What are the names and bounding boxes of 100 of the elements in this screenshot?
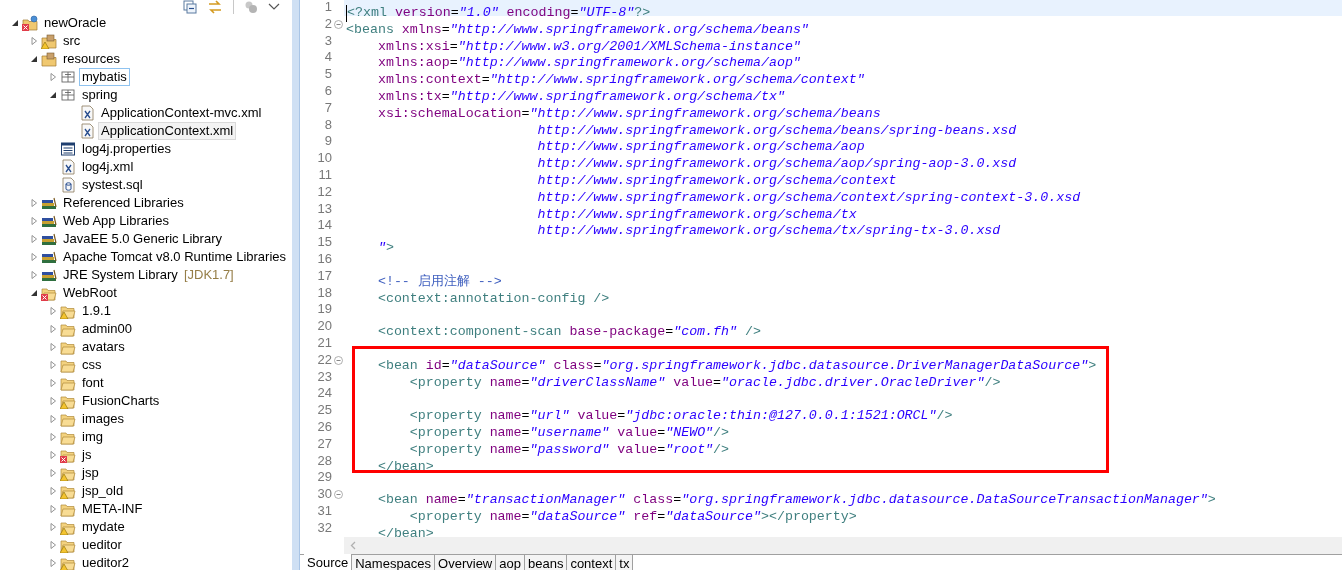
collapsed-arrow-icon[interactable] bbox=[49, 343, 57, 351]
code-line: <bean name="transactionManager" class="org.springframework.jdbc.datasource.DataSourceTransactionManager"> bbox=[376, 492, 1216, 509]
code-line: http://www.springframework.org/schema/beans/spring-beans.xsd bbox=[536, 122, 1017, 140]
scroll-left-icon[interactable] bbox=[350, 541, 356, 550]
code-line: "> bbox=[376, 240, 394, 257]
code-line: <property name="password" value="root"/> bbox=[408, 441, 730, 459]
collapsed-arrow-icon[interactable] bbox=[49, 505, 57, 513]
line-number: 12 bbox=[316, 183, 332, 201]
gears-icon[interactable] bbox=[244, 0, 258, 14]
line-number: 20 bbox=[316, 318, 332, 335]
line-number: 27 bbox=[316, 435, 332, 453]
line-number: 16 bbox=[316, 250, 332, 268]
line-number: 3 bbox=[323, 32, 332, 50]
tree-item[interactable]: mybatis bbox=[79, 68, 130, 86]
collapsed-arrow-icon[interactable] bbox=[49, 469, 57, 477]
line-number: 25 bbox=[316, 402, 332, 419]
collapsed-arrow-icon[interactable] bbox=[49, 487, 57, 495]
line-number: 7 bbox=[323, 99, 332, 117]
code-line: xmlns:tx="http://www.springframework.org/schema/tx" bbox=[376, 89, 785, 106]
collapsed-arrow-icon[interactable] bbox=[49, 307, 57, 315]
code-line: <property name="driverClassName" value="oracle.jdbc.driver.OracleDriver"/> bbox=[408, 374, 1001, 392]
code-line: http://www.springframework.org/schema/context/spring-context-3.0.xsd bbox=[536, 189, 1081, 207]
code-line: <property name="username" value="NEWO"/> bbox=[408, 424, 730, 442]
line-number: 1 bbox=[323, 0, 332, 16]
line-number: 10 bbox=[316, 150, 332, 167]
code-line: <beans xmlns="http://www.springframework.org/schema/beans" bbox=[346, 21, 809, 39]
line-number: 31 bbox=[316, 502, 332, 520]
code-line: http://www.springframework.org/schema/tx bbox=[536, 206, 857, 224]
collapse-icon[interactable] bbox=[333, 355, 343, 365]
code-line: </bean> bbox=[376, 458, 434, 476]
editor-tab[interactable]: context bbox=[567, 555, 617, 570]
line-number: 4 bbox=[323, 49, 332, 67]
line-number: 14 bbox=[316, 217, 332, 235]
code-line: xmlns:context="http://www.springframework.org/schema/context" bbox=[376, 72, 865, 89]
collapsed-arrow-icon[interactable] bbox=[49, 361, 57, 369]
collapsed-arrow-icon[interactable] bbox=[49, 397, 57, 405]
view-menu-icon[interactable] bbox=[268, 3, 280, 11]
collapsed-arrow-icon[interactable] bbox=[30, 37, 38, 45]
line-number: 23 bbox=[316, 368, 332, 386]
collapsed-arrow-icon[interactable] bbox=[49, 73, 57, 81]
expanded-arrow-icon[interactable] bbox=[30, 289, 38, 297]
line-number: 22 bbox=[316, 351, 332, 369]
collapse-icon[interactable] bbox=[333, 19, 343, 29]
code-line: http://www.springframework.org/schema/aop bbox=[536, 139, 865, 157]
collapsed-arrow-icon[interactable] bbox=[49, 451, 57, 459]
editor-tab[interactable]: Overview bbox=[435, 555, 497, 570]
line-number: 29 bbox=[316, 469, 332, 487]
line-number: 24 bbox=[316, 385, 332, 403]
line-number: 9 bbox=[323, 133, 332, 151]
collapse-icon[interactable] bbox=[333, 490, 343, 499]
line-number: 17 bbox=[316, 267, 332, 285]
line-number: 30 bbox=[316, 486, 332, 503]
collapsed-arrow-icon[interactable] bbox=[49, 325, 57, 333]
collapsed-arrow-icon[interactable] bbox=[30, 235, 38, 243]
line-number: 11 bbox=[317, 166, 332, 184]
line-number: 15 bbox=[316, 234, 332, 251]
code-line: xsi:schemaLocation="http://www.springframework.org/schema/beans bbox=[376, 105, 881, 123]
line-number: 5 bbox=[323, 66, 332, 83]
collapsed-arrow-icon[interactable] bbox=[30, 217, 38, 225]
editor-tab[interactable]: aop bbox=[496, 555, 525, 570]
code-line: <!-- 启用注解 --> bbox=[376, 273, 502, 291]
line-number: 6 bbox=[323, 83, 332, 100]
code-line: <context:annotation-config /> bbox=[376, 290, 610, 308]
code-line: http://www.springframework.org/schema/context bbox=[536, 172, 897, 190]
expanded-arrow-icon[interactable] bbox=[30, 55, 38, 63]
line-number: 28 bbox=[316, 452, 332, 470]
code-line: http://www.springframework.org/schema/tx/spring-tx-3.0.xsd bbox=[536, 223, 1001, 241]
tree-item[interactable]: ApplicationContext.xml bbox=[98, 122, 237, 140]
collapsed-arrow-icon[interactable] bbox=[30, 253, 38, 261]
code-line: <property name="dataSource" ref="dataSource"></property> bbox=[408, 508, 857, 526]
editor-tab[interactable]: beans bbox=[524, 555, 568, 570]
code-line: <context:component-scan base-package="com.fh" /> bbox=[376, 324, 761, 341]
collapsed-arrow-icon[interactable] bbox=[30, 271, 38, 279]
code-line: <property name="url" value="jdbc:oracle:thin:@127.0.0.1:1521:ORCL"/> bbox=[408, 408, 953, 425]
collapsed-arrow-icon[interactable] bbox=[49, 559, 57, 567]
collapsed-arrow-icon[interactable] bbox=[49, 415, 57, 423]
editor-tab[interactable]: Source bbox=[304, 554, 353, 570]
line-number: 13 bbox=[316, 200, 332, 218]
collapsed-arrow-icon[interactable] bbox=[49, 433, 57, 441]
collapsed-arrow-icon[interactable] bbox=[49, 379, 57, 387]
line-number: 2 bbox=[323, 15, 332, 33]
collapse-all-icon[interactable] bbox=[183, 0, 197, 14]
collapsed-arrow-icon[interactable] bbox=[30, 199, 38, 207]
collapsed-arrow-icon[interactable] bbox=[49, 541, 57, 549]
expanded-arrow-icon[interactable] bbox=[49, 91, 57, 99]
link-editor-icon[interactable] bbox=[207, 0, 223, 14]
tree-item-decoration: [JDK1.7] bbox=[183, 266, 234, 285]
code-line: xmlns:aop="http://www.springframework.org/schema/aop" bbox=[376, 55, 801, 73]
line-number: 19 bbox=[316, 301, 332, 319]
editor-tab[interactable]: Namespaces bbox=[352, 555, 436, 570]
line-number: 26 bbox=[316, 418, 332, 436]
line-number: 8 bbox=[323, 116, 332, 134]
line-number: 21 bbox=[316, 334, 332, 352]
collapsed-arrow-icon[interactable] bbox=[49, 523, 57, 531]
editor-tab[interactable]: tx bbox=[616, 555, 634, 570]
expanded-arrow-icon[interactable] bbox=[11, 19, 19, 27]
line-number: 18 bbox=[316, 284, 332, 302]
horizontal-scrollbar[interactable] bbox=[344, 537, 1342, 554]
line-number: 32 bbox=[316, 519, 332, 537]
code-line: xmlns:xsi="http://www.w3.org/2001/XMLSchema-instance" bbox=[376, 38, 801, 56]
